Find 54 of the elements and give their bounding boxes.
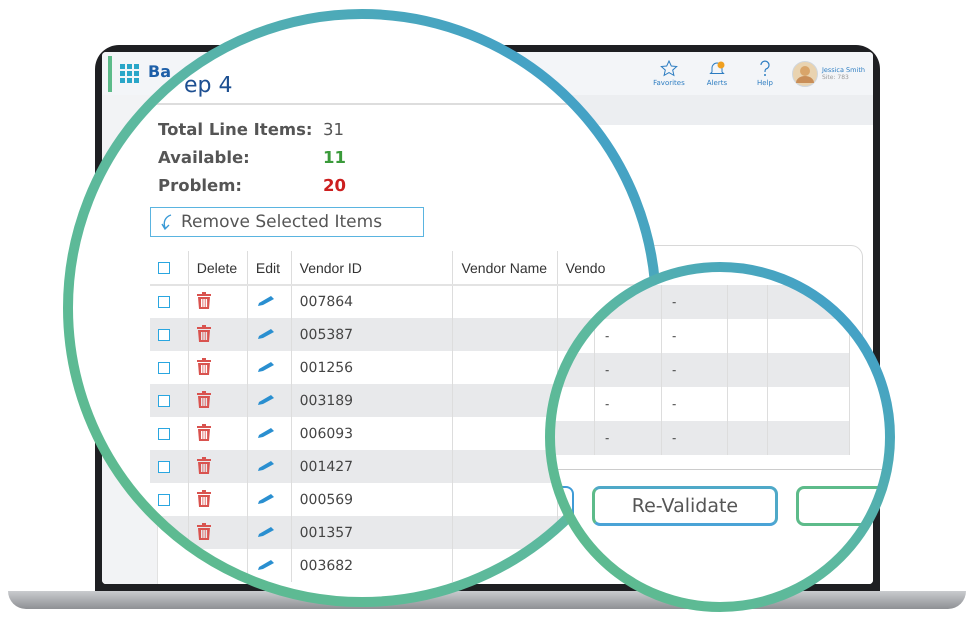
revalidate-button[interactable]: Re-Validate [592, 486, 778, 526]
trash-icon[interactable] [196, 324, 211, 342]
vendor-id-cell: 005387 [291, 318, 453, 351]
remove-selected-button[interactable]: Remove Selected Items [150, 207, 424, 237]
star-icon [660, 60, 678, 77]
avatar[interactable] [792, 60, 818, 86]
summary-value: 31 [323, 120, 344, 138]
trash-icon[interactable] [196, 292, 211, 309]
trash-icon[interactable] [196, 456, 211, 474]
pencil-icon[interactable] [256, 394, 276, 406]
pencil-icon[interactable] [256, 526, 276, 538]
table-cell: - [595, 421, 662, 455]
row-checkbox[interactable] [158, 394, 170, 406]
row-checkbox[interactable] [158, 362, 170, 374]
summary-value: 11 [323, 148, 346, 166]
summary-label: Problem: [158, 176, 244, 194]
pencil-icon[interactable] [256, 558, 276, 570]
app-grid-icon[interactable] [120, 64, 140, 84]
summary-label: Total Line Items: [158, 120, 314, 138]
row-checkbox[interactable] [158, 460, 170, 472]
pencil-icon[interactable] [256, 295, 276, 307]
row-checkbox[interactable] [158, 494, 170, 506]
trash-icon[interactable] [196, 424, 211, 440]
bell-icon [708, 60, 726, 77]
accent-bar [108, 56, 112, 92]
vendor-id-cell: 003682 [291, 549, 453, 582]
vendor-id-cell: 001357 [291, 516, 453, 549]
summary-value: 20 [323, 176, 346, 194]
vendor-id-cell: 001427 [291, 450, 453, 483]
select-all-checkbox[interactable] [158, 262, 170, 274]
table-cell: - [662, 353, 728, 387]
page-title: Ba [148, 62, 171, 81]
trash-icon[interactable] [196, 522, 211, 540]
column-header: Vendor ID [291, 251, 453, 285]
help-icon [758, 60, 771, 77]
table-cell: - [662, 285, 728, 319]
table-cell: - [662, 421, 728, 455]
row-checkbox[interactable] [158, 428, 170, 440]
column-header: Vendor Name [452, 251, 558, 285]
summary-label: Available: [158, 148, 251, 166]
vendor-id-cell: 003189 [291, 384, 453, 417]
row-checkbox[interactable] [158, 296, 170, 308]
pencil-icon[interactable] [256, 328, 276, 340]
pencil-icon[interactable] [256, 460, 276, 472]
column-header: Delete [188, 251, 248, 285]
table-cell: - [595, 353, 662, 387]
row-checkbox[interactable] [158, 328, 170, 340]
pencil-icon[interactable] [256, 492, 276, 504]
trash-icon[interactable] [196, 390, 211, 408]
trash-icon[interactable] [196, 358, 211, 374]
pencil-icon[interactable] [256, 360, 276, 372]
trash-icon[interactable] [196, 490, 211, 506]
pencil-icon[interactable] [256, 426, 276, 438]
column-header: Edit [247, 251, 292, 285]
